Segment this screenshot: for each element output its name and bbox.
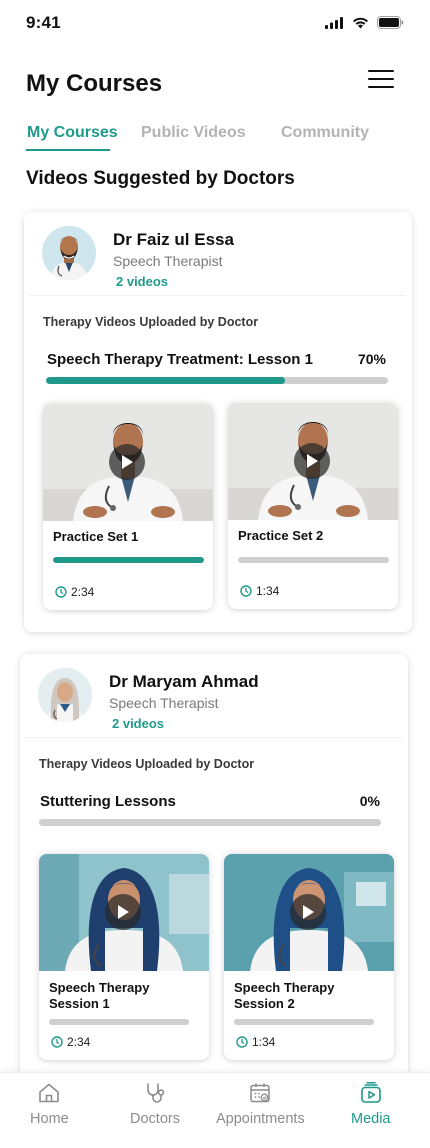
video-duration: 1:34 <box>240 584 279 598</box>
media-icon <box>360 1082 381 1103</box>
video-progress-bar <box>49 1019 189 1025</box>
play-icon[interactable] <box>294 443 330 479</box>
home-icon <box>39 1083 60 1103</box>
nav-label: Home <box>30 1111 69 1127</box>
doctor-avatar-image <box>38 668 92 722</box>
doctor-name[interactable]: Dr Maryam Ahmad <box>109 672 259 692</box>
video-thumbnail[interactable] <box>39 854 209 971</box>
battery-icon <box>377 16 404 29</box>
doctor-video-count[interactable]: 2 videos <box>116 274 168 289</box>
clock-icon <box>240 585 252 597</box>
uploaded-videos-label: Therapy Videos Uploaded by Doctor <box>43 315 259 329</box>
active-tab-indicator <box>26 149 110 151</box>
avatar[interactable] <box>42 226 96 280</box>
stethoscope-icon <box>147 1083 165 1103</box>
calendar-icon <box>250 1083 271 1103</box>
video-duration-text: 2:34 <box>71 585 95 599</box>
video-title: Practice Set 1 <box>53 529 139 544</box>
doctor-name[interactable]: Dr Faiz ul Essa <box>113 230 234 250</box>
nav-item-doctors[interactable]: Doctors <box>130 1081 180 1127</box>
video-progress-bar <box>234 1019 374 1025</box>
course-progress-bar <box>39 819 381 826</box>
video-progress-fill <box>53 557 204 563</box>
status-icons <box>325 16 404 29</box>
video-duration-text: 1:34 <box>252 1035 276 1049</box>
tab-my-courses[interactable]: My Courses <box>27 124 118 142</box>
signal-icon <box>325 16 343 29</box>
play-icon[interactable] <box>290 894 326 930</box>
nav-label: Doctors <box>130 1111 180 1127</box>
course-progress-percent: 0% <box>359 793 380 809</box>
status-time: 9:41 <box>26 13 61 32</box>
video-duration-text: 1:34 <box>256 584 280 598</box>
course-title[interactable]: Speech Therapy Treatment: Lesson 1 <box>47 351 313 368</box>
play-icon[interactable] <box>105 894 141 930</box>
video-thumbnail[interactable] <box>228 403 398 520</box>
play-icon[interactable] <box>109 444 145 480</box>
nav-label: Media <box>351 1111 391 1127</box>
doctor-role: Speech Therapist <box>113 253 223 269</box>
nav-item-appointments[interactable]: Appointments <box>216 1081 305 1127</box>
doctor-card: Dr Faiz ul Essa Speech Therapist 2 video… <box>24 212 412 632</box>
video-title: Practice Set 2 <box>238 528 324 543</box>
divider <box>30 295 406 296</box>
doctor-avatar-image <box>42 226 96 280</box>
nav-item-home[interactable]: Home <box>30 1081 69 1127</box>
menu-icon[interactable] <box>368 70 394 90</box>
uploaded-videos-label: Therapy Videos Uploaded by Doctor <box>39 757 255 771</box>
video-progress-bar <box>238 557 389 563</box>
video-title: Speech Therapy Session 2 <box>234 980 335 1011</box>
video-duration-text: 2:34 <box>67 1035 91 1049</box>
video-duration: 1:34 <box>236 1035 275 1049</box>
video-title: Speech Therapy Session 1 <box>49 980 150 1011</box>
video-card[interactable]: Practice Set 2 1:34 <box>228 403 398 609</box>
bottom-nav: Home Doctors Appointments Media <box>0 1072 430 1148</box>
doctor-card: Dr Maryam Ahmad Speech Therapist 2 video… <box>20 654 408 1084</box>
avatar[interactable] <box>38 668 92 722</box>
video-progress-bar <box>53 557 204 563</box>
course-progress-fill <box>46 377 286 384</box>
clock-icon <box>55 586 67 598</box>
doctor-role: Speech Therapist <box>109 695 219 711</box>
status-bar: 9:41 <box>0 0 430 48</box>
video-card[interactable]: Speech Therapy Session 2 1:34 <box>224 854 394 1060</box>
video-card[interactable]: Practice Set 1 2:34 <box>43 404 213 610</box>
video-duration: 2:34 <box>51 1035 90 1049</box>
page-title: My Courses <box>26 70 163 97</box>
tab-community[interactable]: Community <box>281 124 369 142</box>
nav-item-media[interactable]: Media <box>351 1081 391 1127</box>
clock-icon <box>236 1036 248 1048</box>
tab-bar: My Courses Public Videos Community <box>0 120 430 154</box>
tab-public-videos[interactable]: Public Videos <box>141 124 246 142</box>
doctor-video-count[interactable]: 2 videos <box>112 716 164 731</box>
video-thumbnail[interactable] <box>43 404 213 521</box>
video-duration: 2:34 <box>55 585 94 599</box>
section-title: Videos Suggested by Doctors <box>26 168 295 189</box>
course-progress-bar <box>46 377 388 384</box>
nav-label: Appointments <box>216 1111 305 1127</box>
course-progress-percent: 70% <box>357 351 386 367</box>
wifi-icon <box>353 17 368 28</box>
divider <box>26 737 402 738</box>
clock-icon <box>51 1036 63 1048</box>
video-thumbnail[interactable] <box>224 854 394 971</box>
video-card[interactable]: Speech Therapy Session 1 2:34 <box>39 854 209 1060</box>
course-title[interactable]: Stuttering Lessons <box>40 793 176 810</box>
